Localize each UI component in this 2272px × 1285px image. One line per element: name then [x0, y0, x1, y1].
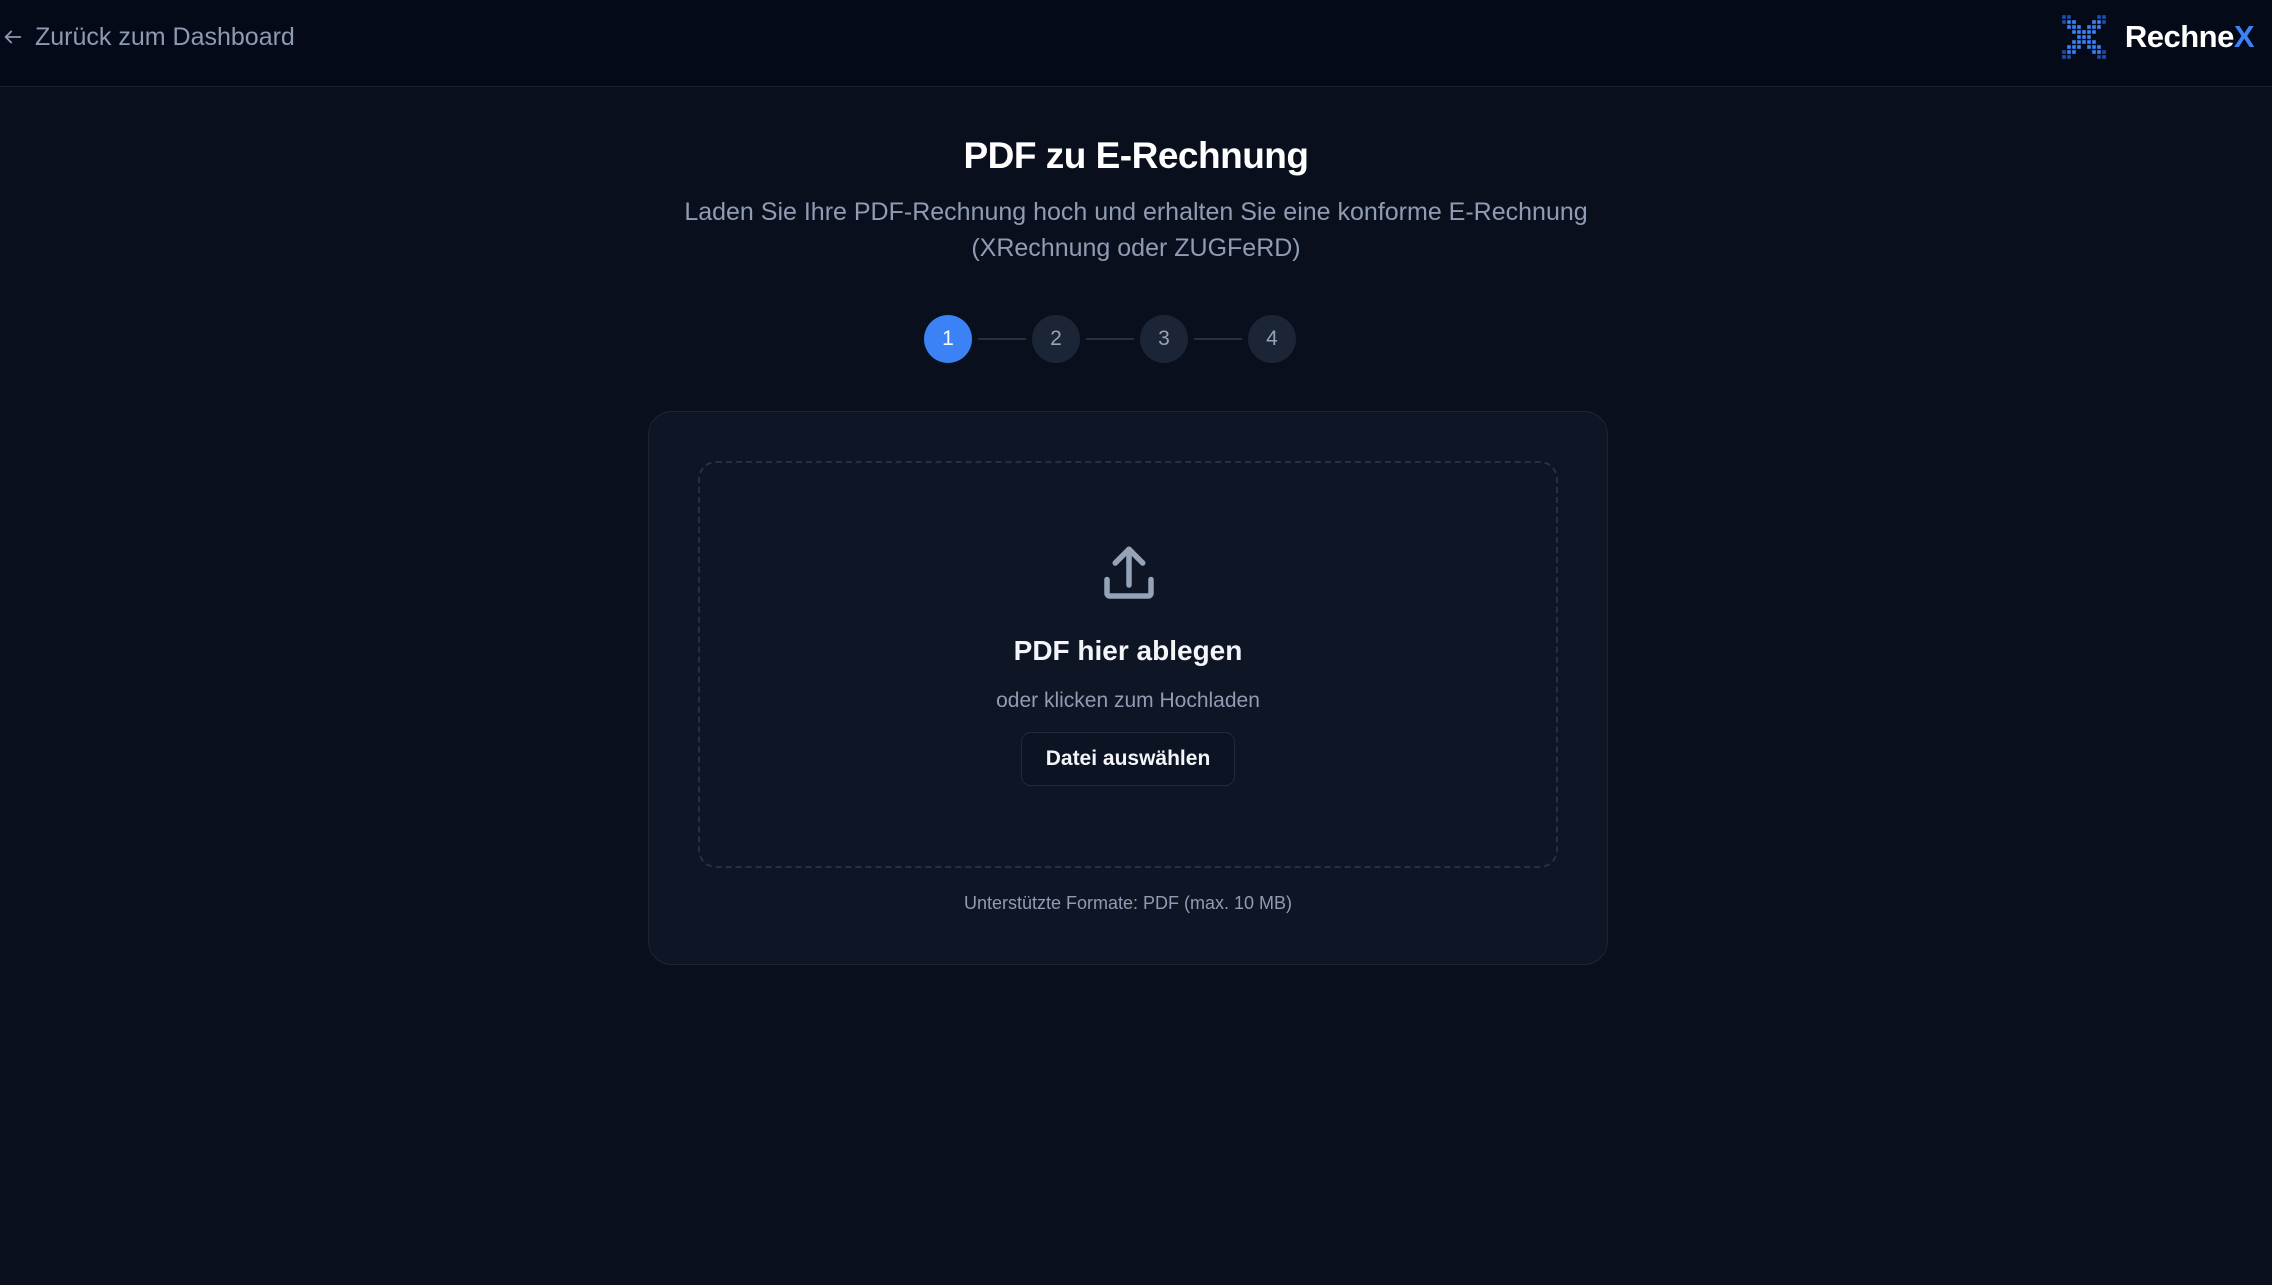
step-4: 4 — [1248, 315, 1296, 363]
page-subtitle: Laden Sie Ihre PDF-Rechnung hoch und erh… — [684, 198, 1588, 262]
step-2: 2 — [1032, 315, 1080, 363]
logo-text: RechneX — [2124, 19, 2255, 54]
supported-formats-note: Unterstützte Formate: PDF (max. 10 MB) — [963, 893, 1293, 913]
dropzone-title: PDF hier ablegen — [1013, 635, 1243, 666]
step-connector — [1194, 338, 1242, 340]
progress-stepper: 1 2 3 4 — [924, 315, 1296, 363]
pdf-dropzone[interactable]: PDF hier ablegen oder klicken zum Hochla… — [698, 461, 1558, 868]
step-1: 1 — [924, 315, 972, 363]
step-3: 3 — [1140, 315, 1188, 363]
upload-card: PDF hier ablegen oder klicken zum Hochla… — [648, 411, 1608, 965]
x-grid-logo-icon — [2062, 15, 2106, 59]
brand-logo[interactable]: RechneX — [2059, 14, 2255, 60]
choose-file-button[interactable]: Datei auswählen — [1021, 732, 1235, 786]
dropzone-subtitle: oder klicken zum Hochladen — [996, 689, 1260, 712]
step-connector — [978, 338, 1026, 340]
page-title: PDF zu E-Rechnung — [963, 135, 1309, 176]
upload-icon — [1104, 546, 1154, 599]
top-bar: Zurück zum Dashboard RechneX — [0, 0, 2272, 87]
back-to-dashboard-link[interactable]: Zurück zum Dashboard — [0, 20, 295, 54]
logo-accent: X — [2233, 19, 2255, 54]
step-connector — [1086, 338, 1134, 340]
back-link-label: Zurück zum Dashboard — [35, 22, 295, 51]
arrow-left-icon — [4, 30, 22, 44]
